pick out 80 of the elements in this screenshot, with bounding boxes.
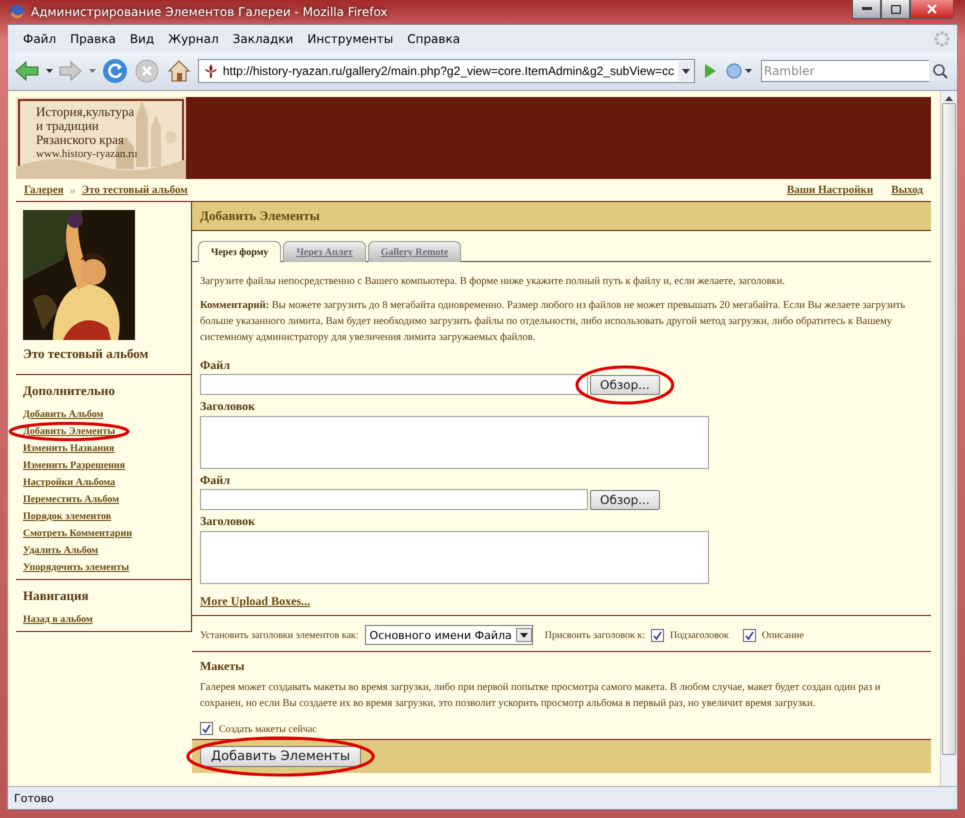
fleur-icon [203,63,219,79]
menu-item[interactable]: Журнал [161,30,226,48]
thumbnails-text: Галерея может создавать макеты во время загрузки, либо при первой попытке просмотра самого макета. В любом случае, макет будет создан один раз и сохранен, но если Вы создаете их во время загрузки, это позволит ускорить просмотр альбома в первый раз, но увеличит время загрузки. [200,681,882,711]
breadcrumb-link[interactable]: Это тестовый альбом [82,184,188,196]
sidebar-heading: Дополнительно [23,383,116,399]
file-input[interactable] [200,374,588,395]
close-button[interactable] [910,0,954,19]
intro-text: Загрузите файлы непосредственно с Вашего компьютера. В форме ниже укажите полный путь к файлу и, если желаете, заголовки. [200,275,786,289]
sidebar-heading: Навигация [23,588,90,604]
maximize-icon [890,4,900,14]
back-icon[interactable] [14,60,40,82]
home-icon[interactable] [166,58,192,84]
logo-text: История,культура [36,105,136,119]
browse-button[interactable]: Обзор... [590,374,660,394]
breadcrumb-link[interactable]: Галерея [24,184,64,196]
window-title: Администрирование Элементов Галереи - Mozilla Firefox [31,5,389,19]
sidebar-link[interactable]: Добавить Альбом [23,409,104,420]
sidebar-link[interactable]: Удалить Альбом [23,545,98,556]
user-link[interactable]: Выход [891,184,923,196]
menu-item[interactable]: Справка [400,30,468,48]
checkbox[interactable] [200,722,213,735]
submit-button[interactable]: Добавить Элементы [200,746,362,767]
field-label: Файл [200,358,231,373]
sidebar-link[interactable]: Настройки Альбома [23,477,116,488]
sidebar-link[interactable]: Переместить Альбом [23,494,120,505]
minimize-button[interactable] [852,0,881,19]
breadcrumb-separator: » [70,182,76,198]
sidebar-link[interactable]: Смотреть Комментарии [23,528,132,539]
setting-label: Присвоить заголовок к: [544,630,645,640]
status-text: Готово [8,786,957,809]
site-logo[interactable]: История,культура и традиции Рязанского края www.history-ryazan.ru [16,97,186,179]
caption-field[interactable] [200,531,709,584]
checkbox-label: Подзаголовок [670,630,729,640]
logo-text: и традиции [36,119,99,133]
close-icon [927,4,937,14]
checkbox-label: Описание [762,630,804,640]
logo-text: www.history-ryazan.ru [36,147,138,162]
field-label: Заголовок [200,399,256,414]
file-input[interactable] [200,489,588,510]
section-heading: Добавить Элементы [192,202,931,231]
menu-item[interactable]: Файл [16,30,64,48]
search-engine-icon[interactable] [725,62,755,80]
caption-field[interactable] [200,416,709,469]
checkbox[interactable] [650,628,664,642]
scrollbar[interactable] [940,91,957,786]
browse-button[interactable]: Обзор... [590,490,660,510]
maximize-button[interactable] [881,0,910,19]
field-label: Заголовок [200,514,256,529]
comment-text: Комментарий: Вы можете загрузить до 8 мегабайта одновременно. Размер любого из файлов не может превышать 20 мегабайта. Если Вы желаете загрузить больше указанного лимита, Вам будет необходимо загрузить файлы по отдельности, либо использовать другой метод загрузки, либо обратитесь к Вашему системному администратору для увеличения лимита загружаемых файлов. [200,299,906,345]
menu-item[interactable]: Правка [63,30,123,48]
logo-text: Рязанского края [36,133,125,147]
scroll-up-icon[interactable] [945,95,953,101]
more-link[interactable]: More Upload Boxes... [200,594,310,609]
section-title: Макеты [200,659,246,674]
tab[interactable]: Через форму [198,241,282,262]
setting-label: Установить заголовки элементов как: [200,630,359,640]
sidebar-link[interactable]: Порядок элементов [23,511,112,522]
address-bar[interactable]: http://history-ryazan.ru/gallery2/main.php?g2_view=core.ItemAdmin&g2_subView=cc [198,59,695,83]
field-label: Файл [200,473,231,488]
caption-select[interactable]: Основного имени Файла [364,625,533,645]
menu-item[interactable]: Инструменты [300,30,400,48]
user-link[interactable]: Ваши Настройки [786,184,874,196]
sidebar-link[interactable]: Изменить Названия [23,443,114,454]
album-title: Это тестовый альбом [23,346,150,362]
sidebar-link[interactable]: Упорядочить элементы [23,562,130,573]
menu-item[interactable]: Закладки [226,30,300,48]
browser-logo-icon [9,4,25,20]
reload-icon[interactable] [102,58,128,84]
dropdown-icon[interactable] [678,61,694,81]
sidebar-link[interactable]: Назад в альбом [23,614,93,625]
sidebar-link[interactable]: Изменить Разрешения [23,460,126,471]
checkbox[interactable] [742,628,756,642]
dropdown-icon[interactable] [46,69,53,73]
menu-item[interactable]: Вид [122,30,162,48]
dropdown-icon [516,628,532,642]
search-icon[interactable] [929,61,951,81]
search-field[interactable]: Rambler [761,60,929,82]
checkbox-label: Создать макеты сейчас [219,724,317,735]
throbber-icon [933,30,951,48]
minimize-icon [862,7,872,11]
